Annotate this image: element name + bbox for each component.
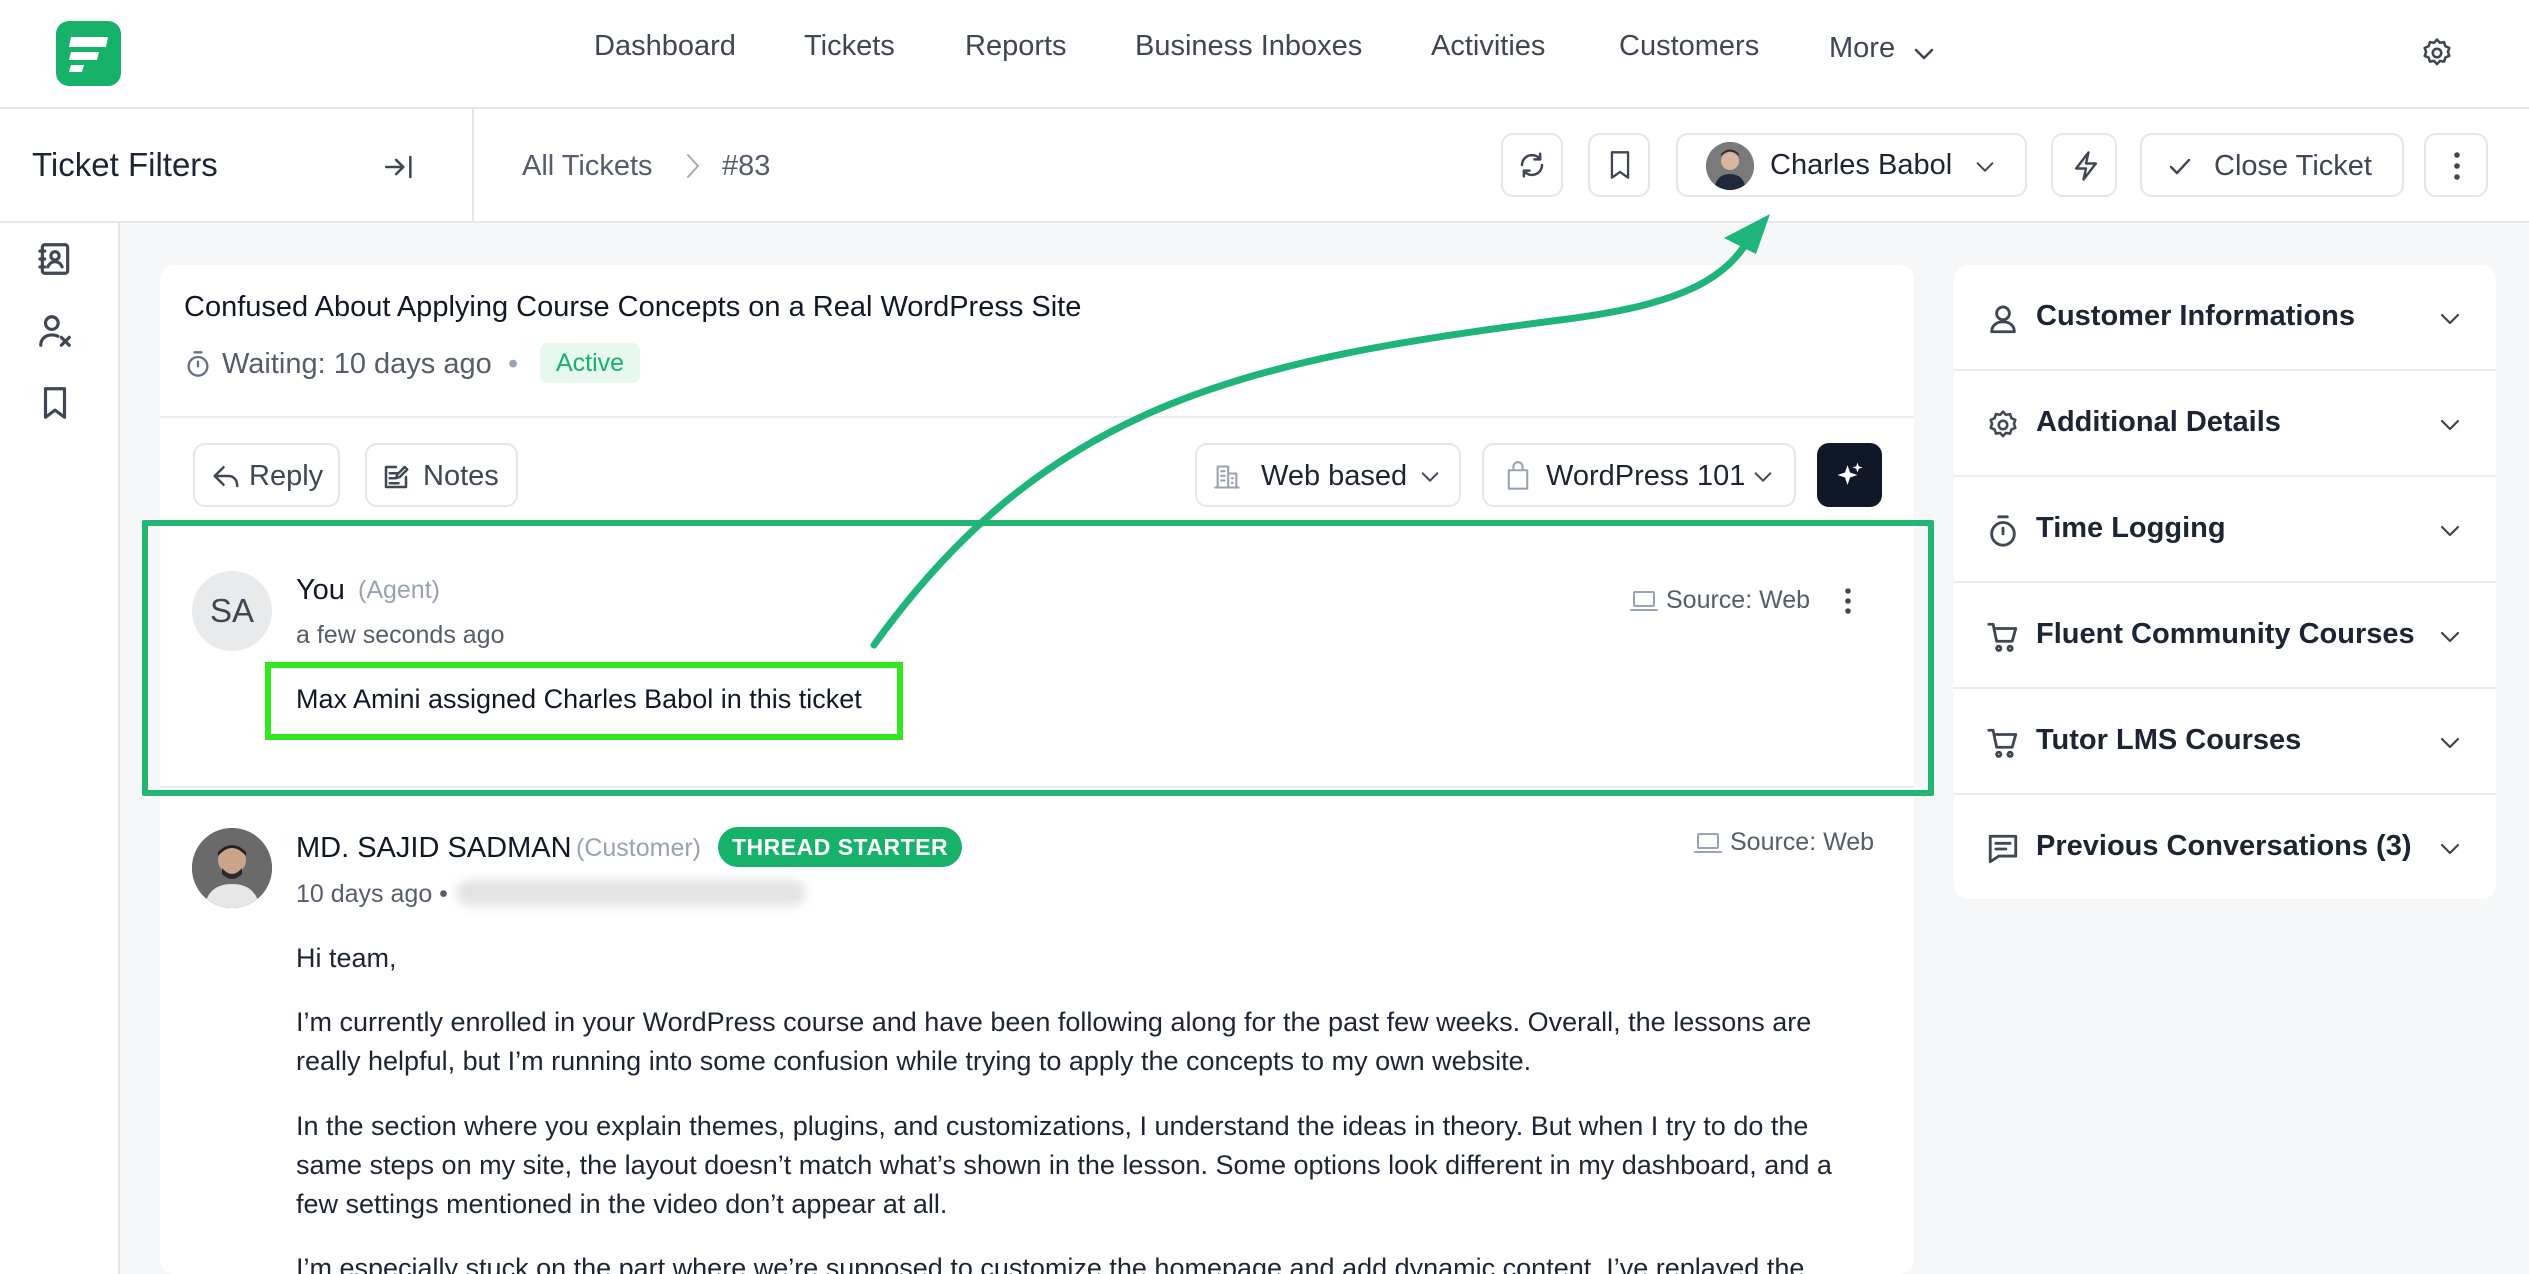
panel-tutor-lms-courses[interactable]: Tutor LMS Courses xyxy=(1954,689,2496,795)
nav-customers[interactable]: Customers xyxy=(1619,30,1759,63)
notes-button[interactable]: Notes xyxy=(365,443,518,507)
chevron-down-icon xyxy=(2440,631,2460,643)
assignee-avatar xyxy=(1706,142,1754,190)
chevron-down-icon xyxy=(2440,313,2460,325)
timer-icon xyxy=(1990,515,2016,547)
nav-dashboard[interactable]: Dashboard xyxy=(594,30,736,63)
stopwatch-icon xyxy=(187,351,209,377)
user-unassigned-icon[interactable] xyxy=(36,312,74,350)
nav-business-inboxes[interactable]: Business Inboxes xyxy=(1135,30,1362,63)
product-value: WordPress 101 xyxy=(1546,460,1746,492)
laptop-icon xyxy=(1694,833,1722,853)
nav-tickets[interactable]: Tickets xyxy=(804,30,895,63)
customer-role: (Customer) xyxy=(576,834,702,862)
quick-actions-button[interactable] xyxy=(2051,133,2117,197)
cart-icon xyxy=(1987,728,2018,758)
chevron-down-icon xyxy=(1754,472,1772,482)
reply-arrow-icon xyxy=(213,466,239,488)
message-source: Source: Web xyxy=(1730,828,1875,856)
chevron-down-icon xyxy=(2440,737,2460,749)
panel-time-logging[interactable]: Time Logging xyxy=(1954,477,2496,583)
highlight-box-outer xyxy=(142,520,1934,796)
sparkles-icon xyxy=(1837,462,1863,485)
divider xyxy=(160,786,1914,788)
thread-starter-badge: THREAD STARTER xyxy=(718,827,963,867)
bookmark-icon xyxy=(1610,151,1630,179)
panel-customer-informations[interactable]: Customer Informations xyxy=(1954,265,2496,371)
bookmark-button[interactable] xyxy=(1588,133,1650,197)
panel-additional-details[interactable]: Additional Details xyxy=(1954,371,2496,477)
nav-more-label: More xyxy=(1829,32,1896,64)
message-timestamp: 10 days ago • xyxy=(296,880,448,908)
assignee-name: Charles Babol xyxy=(1770,149,1953,181)
panel-fluent-community-courses[interactable]: Fluent Community Courses xyxy=(1954,583,2496,689)
reply-label: Reply xyxy=(249,460,324,492)
panel-label: Customer Informations xyxy=(2036,300,2356,332)
redacted-email xyxy=(456,880,806,906)
chat-icon xyxy=(1988,834,2018,864)
waiting-time: Waiting: 10 days ago xyxy=(222,348,492,380)
bookmark-icon[interactable] xyxy=(36,384,74,422)
customer-avatar xyxy=(192,828,272,908)
chevron-down-icon xyxy=(2440,843,2460,855)
app-logo[interactable] xyxy=(56,21,121,86)
settings-gear-icon[interactable] xyxy=(2420,36,2454,70)
separator-dot: • xyxy=(508,348,519,380)
refresh-button[interactable] xyxy=(1501,133,1563,197)
reply-button[interactable]: Reply xyxy=(193,443,340,507)
checkmark-icon xyxy=(2169,158,2191,175)
nav-more[interactable]: More xyxy=(1829,32,1895,65)
panel-label: Additional Details xyxy=(2036,406,2281,438)
kebab-menu-icon xyxy=(2454,152,2460,180)
more-options-button[interactable] xyxy=(2424,133,2488,197)
breadcrumb-ticket-number: #83 xyxy=(722,150,771,182)
message-paragraph: I’m especially stuck on the part where w… xyxy=(296,1253,1805,1274)
ai-assist-button[interactable] xyxy=(1817,443,1882,507)
breadcrumb-chevron-icon xyxy=(687,154,699,178)
logo-mark-icon xyxy=(69,37,108,72)
cart-icon xyxy=(1987,622,2018,652)
note-edit-icon xyxy=(384,465,409,489)
filter-rail xyxy=(0,223,120,1274)
nav-reports[interactable]: Reports xyxy=(965,30,1067,63)
user-icon xyxy=(1990,305,2016,334)
collapse-panel-icon[interactable] xyxy=(382,150,416,184)
breadcrumb-all-tickets[interactable]: All Tickets xyxy=(522,150,653,183)
panel-label: Fluent Community Courses xyxy=(2036,618,2415,650)
building-icon xyxy=(1214,465,1240,489)
ticket-title: Confused About Applying Course Concepts … xyxy=(184,291,1082,323)
chevron-down-icon xyxy=(2440,419,2460,431)
product-select[interactable]: WordPress 101 xyxy=(1482,443,1796,507)
shopping-bag-icon xyxy=(1507,461,1529,490)
ticket-filters-title: Ticket Filters xyxy=(32,146,218,183)
message-paragraph: I’m currently enrolled in your WordPress… xyxy=(296,1007,1812,1076)
notes-label: Notes xyxy=(423,460,499,492)
channel-value: Web based xyxy=(1261,460,1408,492)
chevron-down-icon xyxy=(1976,162,1994,172)
lightning-icon xyxy=(2074,151,2098,181)
nav-activities[interactable]: Activities xyxy=(1431,30,1545,63)
assignee-dropdown[interactable]: Charles Babol xyxy=(1676,133,2027,197)
contact-book-icon[interactable] xyxy=(36,240,74,278)
highlight-box-inner xyxy=(265,662,903,740)
divider xyxy=(160,416,1914,418)
panel-label: Time Logging xyxy=(2036,512,2226,544)
refresh-icon xyxy=(1520,152,1544,178)
status-badge: Active xyxy=(540,343,641,383)
channel-select[interactable]: Web based xyxy=(1195,443,1461,507)
close-ticket-button[interactable]: Close Ticket xyxy=(2140,133,2404,197)
customer-name: MD. SAJID SADMAN xyxy=(296,832,572,864)
panel-label: Tutor LMS Courses xyxy=(2036,724,2302,756)
message-paragraph: In the section where you explain themes,… xyxy=(296,1111,1832,1219)
chevron-down-icon xyxy=(1421,472,1439,482)
chevron-down-icon xyxy=(2440,525,2460,537)
panel-label: Previous Conversations (3) xyxy=(2036,830,2412,862)
header-divider xyxy=(472,109,474,223)
gear-icon xyxy=(1989,410,2017,438)
close-ticket-label: Close Ticket xyxy=(2214,150,2372,182)
message-paragraph: Hi team, xyxy=(296,943,397,973)
panel-previous-conversations[interactable]: Previous Conversations (3) xyxy=(1954,795,2496,901)
chevron-down-icon xyxy=(1914,48,1934,60)
